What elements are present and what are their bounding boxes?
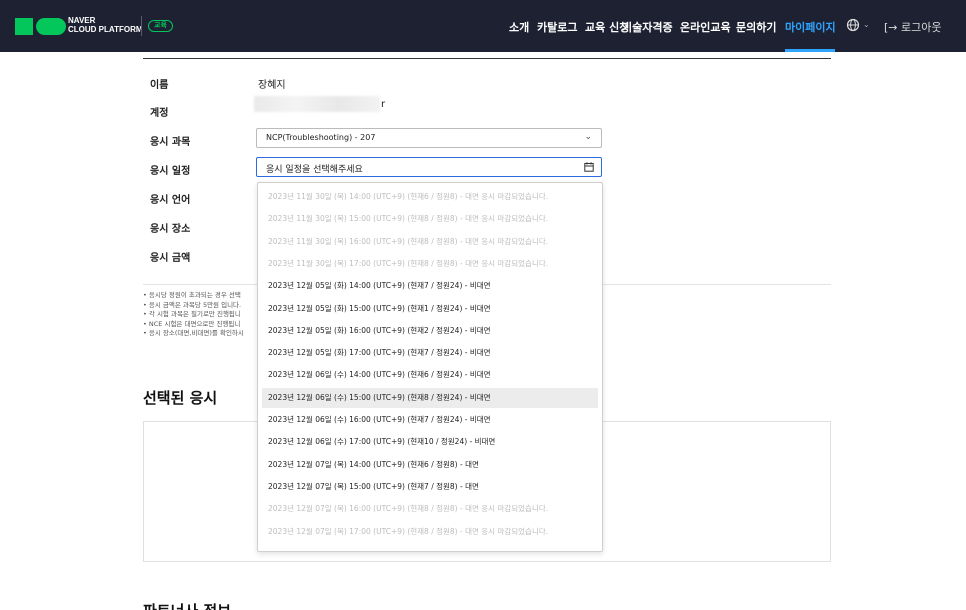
- top-navigation-bar: NAVER CLOUD PLATFORM 교육 소개 카탈로그 교육 신청 기술…: [0, 0, 966, 52]
- notice-item: • NCE 시험은 대면으로만 진행됩니: [143, 319, 241, 328]
- calendar-icon: [584, 162, 594, 172]
- schedule-option: 2023년 11월 30일 (목) 14:00 (UTC+9) (현재6 / 정…: [268, 192, 549, 201]
- course-select[interactable]: NCP(Troubleshooting) - 207 ⌄: [256, 128, 602, 148]
- schedule-option: 2023년 12월 07일 (목) 17:00 (UTC+9) (현재8 / 정…: [268, 526, 549, 536]
- schedule-select-placeholder: 응시 일정을 선택해주세요: [266, 165, 363, 175]
- schedule-option: 2023년 11월 30일 (목) 16:00 (UTC+9) (현재8 / 정…: [268, 236, 549, 246]
- schedule-option[interactable]: 2023년 12월 06일 (수) 15:00 (UTC+9) (현재8 / 정…: [262, 387, 598, 408]
- schedule-select[interactable]: 응시 일정을 선택해주세요: [256, 157, 602, 177]
- schedule-option[interactable]: 2023년 12월 06일 (수) 17:00 (UTC+9) (현재10 / …: [262, 432, 598, 452]
- schedule-option: 2023년 11월 30일 (목) 15:00 (UTC+9) (현재8 / 정…: [268, 214, 549, 224]
- schedule-option: 2023년 12월 07일 (목) 16:00 (UTC+9) (현재8 / 정…: [268, 504, 549, 514]
- schedule-dropdown-list[interactable]: 2023년 11월 30일 (목) 14:00 (UTC+9) (현재6 / 정…: [257, 182, 603, 552]
- notice-list: • 응시당 정원이 초과되는 경우 선택 • 응시 금액은 과목당 5만원 입니…: [143, 291, 263, 339]
- nav-mypage[interactable]: 마이페이지: [785, 19, 836, 35]
- schedule-option: 2023년 11월 30일 (목) 17:00 (UTC+9) (현재8 / 정…: [268, 258, 549, 268]
- notice-item: • 응시당 정원이 초과되는 경우 선택: [143, 291, 241, 299]
- notice-item: • 응시 장소(대면,비대면)를 확인하시: [143, 329, 244, 337]
- nav-catalog[interactable]: 카탈로그: [537, 19, 577, 35]
- naver-cloud-logo-icon[interactable]: [15, 18, 66, 35]
- logo-line-naver: NAVER: [68, 16, 96, 25]
- schedule-option[interactable]: 2023년 12월 05일 (화) 15:00 (UTC+9) (현재1 / 정…: [262, 299, 598, 319]
- logo-line-cloud-platform: CLOUD PLATFORM: [68, 25, 143, 34]
- nav-inquiry[interactable]: 문의하기: [736, 19, 776, 35]
- selected-exam-title: 선택된 응시: [143, 389, 218, 407]
- logo-divider: [141, 16, 142, 36]
- course-label: 응시 과목: [150, 137, 191, 148]
- logo-wordmark[interactable]: NAVER CLOUD PLATFORM: [68, 16, 143, 34]
- account-label: 계정: [150, 108, 169, 119]
- schedule-option[interactable]: 2023년 12월 07일 (목) 15:00 (UTC+9) (현재7 / 정…: [262, 477, 598, 497]
- account-value-redacted: [254, 96, 380, 112]
- account-value-tail: r: [381, 99, 386, 110]
- language-label: 응시 언어: [150, 195, 191, 206]
- schedule-option[interactable]: 2023년 12월 06일 (수) 14:00 (UTC+9) (현재6 / 정…: [262, 365, 598, 385]
- name-value: 장혜지: [258, 80, 286, 91]
- globe-icon[interactable]: [846, 18, 860, 32]
- nav-certification[interactable]: 기술자격증: [622, 19, 673, 35]
- notice-item: • 응시 금액은 과목당 5만원 입니다.: [143, 300, 242, 309]
- chevron-down-icon[interactable]: ⌄: [863, 20, 870, 29]
- fee-label: 응시 금액: [150, 253, 191, 264]
- nav-online-course[interactable]: 온라인교육: [680, 19, 731, 35]
- nav-intro[interactable]: 소개: [509, 19, 529, 35]
- active-nav-indicator: [785, 49, 835, 52]
- location-label: 응시 장소: [150, 224, 191, 235]
- education-badge: 교육: [148, 20, 173, 32]
- logo-square-shape: [15, 18, 33, 35]
- schedule-option[interactable]: 2023년 12월 05일 (화) 14:00 (UTC+9) (현재7 / 정…: [262, 276, 598, 296]
- name-label: 이름: [150, 80, 169, 91]
- schedule-option[interactable]: 2023년 12월 06일 (수) 16:00 (UTC+9) (현재7 / 정…: [262, 410, 598, 430]
- schedule-option[interactable]: 2023년 12월 05일 (화) 16:00 (UTC+9) (현재2 / 정…: [262, 321, 598, 341]
- course-select-value: NCP(Troubleshooting) - 207: [266, 133, 376, 142]
- schedule-option[interactable]: 2023년 12월 05일 (화) 17:00 (UTC+9) (현재7 / 정…: [262, 343, 598, 363]
- notice-item: • 각 시험 과목은 필기로만 진행됩니: [143, 310, 241, 318]
- logo-round-shape: [36, 18, 66, 35]
- chevron-down-icon: ⌄: [584, 132, 592, 142]
- form-top-divider: [143, 58, 831, 59]
- schedule-option[interactable]: 2023년 12월 07일 (목) 14:00 (UTC+9) (현재6 / 정…: [262, 455, 598, 475]
- partner-info-title: 파트너사 정보: [143, 600, 231, 610]
- logout-link[interactable]: [→ 로그아웃: [884, 19, 942, 35]
- schedule-label: 응시 일정: [150, 166, 191, 177]
